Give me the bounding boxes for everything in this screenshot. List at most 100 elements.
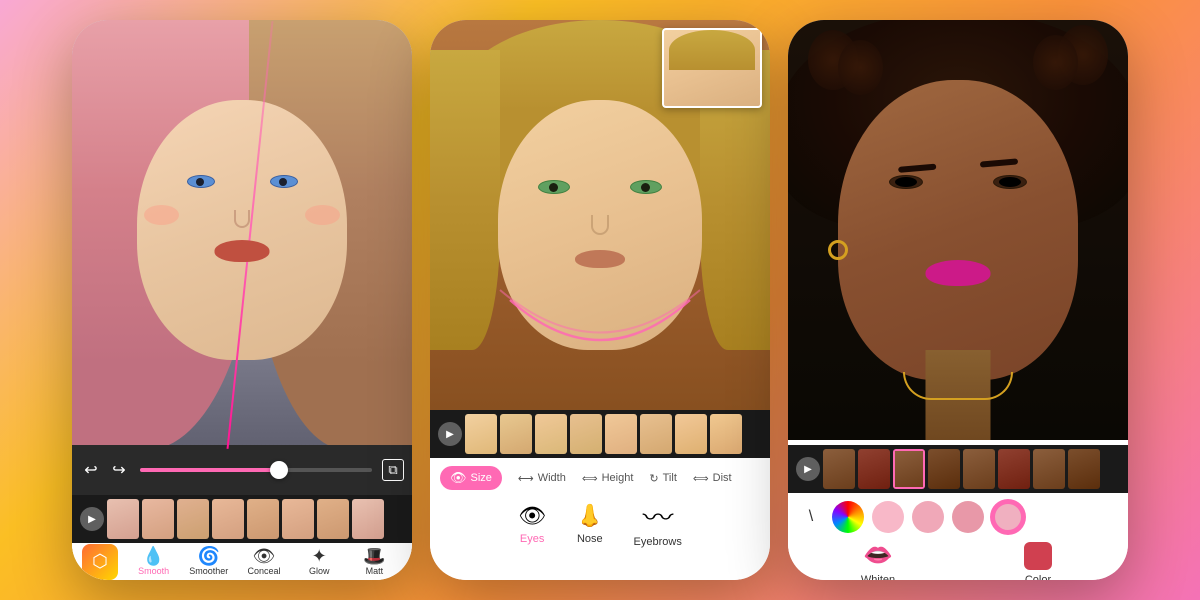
film-center-1[interactable] [465,414,497,454]
film-center-8[interactable] [710,414,742,454]
slider-track[interactable] [140,468,372,472]
swatch-rainbow[interactable] [832,501,864,533]
smoother-icon: 🌀 [198,547,220,565]
film-center-3[interactable] [535,414,567,454]
lips-bright-right [926,260,991,286]
size-label: Size [471,472,492,484]
face-shape-right [838,80,1078,380]
height-icon: ⟺ [582,472,598,485]
height-label: Height [602,472,634,484]
portrait-right [788,20,1128,440]
tool-smoother[interactable]: 🌀 Smoother [181,547,236,576]
tab-dist[interactable]: ⟺ Dist [693,472,732,485]
eyebrows-icon: 〰 [642,500,673,532]
tool-glow[interactable]: ✦ Glow [292,547,347,576]
film-thumb-6[interactable] [282,499,314,539]
eyes-left [72,175,412,188]
tab-size[interactable]: 👁 Size [440,466,502,490]
tool-conceal[interactable]: 👁 Conceal [236,547,291,576]
film-right-2[interactable] [858,449,890,489]
film-right-3[interactable] [893,449,925,489]
undo-button[interactable]: ↩ [80,459,102,481]
eyes-right [788,175,1128,189]
play-button-center[interactable]: ▶ [438,422,462,446]
glow-label: Glow [309,566,330,576]
part-nose[interactable]: 👃 Nose [576,503,603,545]
color-label: Color [1025,574,1051,581]
film-right-8[interactable] [1068,449,1100,489]
film-center-5[interactable] [605,414,637,454]
film-thumb-3[interactable] [177,499,209,539]
blush-right [305,205,340,225]
tilt-icon: ↻ [649,472,658,485]
film-right-4[interactable] [928,449,960,489]
width-label: Width [538,472,566,484]
portrait-left [72,20,412,450]
bottom-controls-right: ▶ \ [788,445,1128,580]
tilt-label: Tilt [663,472,677,484]
part-color[interactable]: Color [958,542,1118,581]
phone-left: ↩ ↪ ⧉ ▶ [72,20,412,580]
dist-label: Dist [713,472,732,484]
nose-left [234,210,250,228]
feature-tabs: 👁 Size ⟷ Width ⟺ Height ↻ Tilt [430,458,770,494]
film-center-6[interactable] [640,414,672,454]
dist-icon: ⟺ [693,472,709,485]
film-right-1[interactable] [823,449,855,489]
film-center-7[interactable] [675,414,707,454]
tool-matt[interactable]: 🎩 Matt [347,547,402,576]
smoother-label: Smoother [189,566,228,576]
film-right-7[interactable] [1033,449,1065,489]
tool-smooth[interactable]: 💧 Smooth [126,547,181,576]
play-button-left[interactable]: ▶ [80,507,104,531]
brush-tool-icon[interactable]: \ [798,504,824,530]
eyes-icon: 👁 [518,503,546,529]
film-center-4[interactable] [570,414,602,454]
preview-box [662,28,762,108]
filmstrip-left: ▶ [72,495,412,543]
slider-thumb[interactable] [270,461,288,479]
bottom-controls-center: ▶ 👁 Size [430,410,770,580]
tab-width[interactable]: ⟷ Width [518,472,566,485]
film-thumb-7[interactable] [317,499,349,539]
copy-button[interactable]: ⧉ [382,459,404,481]
film-right-6[interactable] [998,449,1030,489]
tab-tilt[interactable]: ↻ Tilt [649,472,676,485]
film-thumb-2[interactable] [142,499,174,539]
whiten-icon: 👄 [863,541,893,570]
eyes-center [430,180,770,194]
film-thumb-4[interactable] [212,499,244,539]
film-thumb-1[interactable] [107,499,139,539]
face-parts-center: 👁 Eyes 👃 Nose 〰 Eyebrows [430,494,770,554]
part-whiten[interactable]: 👄 Whiten [798,541,958,580]
film-thumb-5[interactable] [247,499,279,539]
whiten-label: Whiten [861,574,895,580]
glow-icon: ✦ [312,547,327,565]
width-icon: ⟷ [518,472,534,485]
redo-button[interactable]: ↪ [108,459,130,481]
tab-height[interactable]: ⟺ Height [582,472,634,485]
conceal-label: Conceal [247,566,280,576]
film-thumb-8[interactable] [352,499,384,539]
face-shape-left [137,100,347,360]
film-center-2[interactable] [500,414,532,454]
play-button-right[interactable]: ▶ [796,457,820,481]
timeline-bar: ↩ ↪ ⧉ [72,445,412,495]
filmstrip-right: ▶ [788,445,1128,493]
nose-center [591,215,609,235]
swatch-pink-1[interactable] [872,501,904,533]
part-eyebrows[interactable]: 〰 Eyebrows [634,500,682,548]
earring-left [828,240,848,260]
blush-left [144,205,179,225]
necklace-right [903,372,1013,400]
swatch-pink-selected[interactable] [992,501,1024,533]
phone-right: ▶ \ [788,20,1128,580]
face-parts-right: 👄 Whiten Color [788,537,1128,580]
bottom-controls-left: ↩ ↪ ⧉ ▶ [72,445,412,580]
safes-logo: ⬡ [82,544,118,580]
part-eyes[interactable]: 👁 Eyes [518,503,546,545]
swatch-pink-2[interactable] [912,501,944,533]
color-tools: \ [788,493,1128,537]
film-right-5[interactable] [963,449,995,489]
swatch-pink-3[interactable] [952,501,984,533]
